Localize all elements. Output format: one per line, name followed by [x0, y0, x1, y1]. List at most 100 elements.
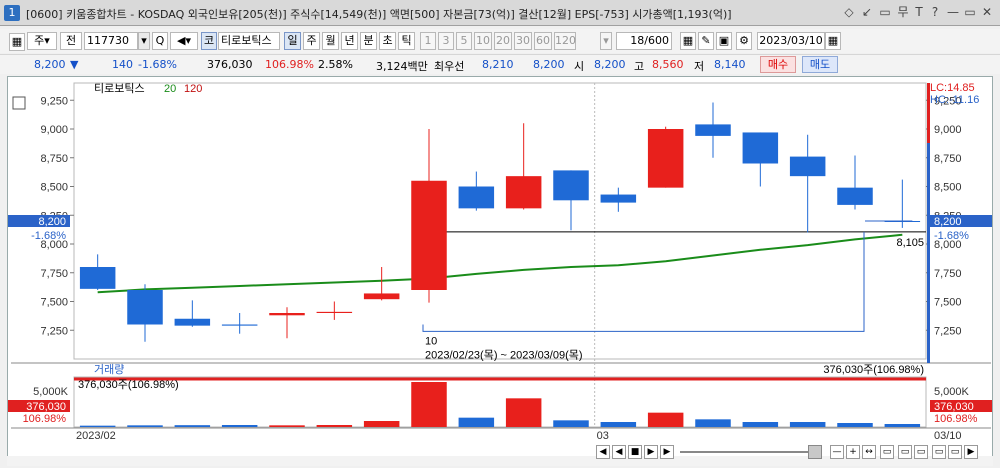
tool-icon[interactable]: ✎ — [698, 32, 714, 50]
y-tick-label-left: 9,000 — [40, 124, 68, 136]
shrink-icon[interactable]: ↙ — [860, 5, 874, 19]
count-dropdown-icon[interactable]: ▾ — [600, 32, 612, 50]
volume-box-left-pct: 106.98% — [23, 413, 67, 425]
volume-box-left-value: 376,030 — [26, 401, 66, 413]
interval-button[interactable]: 년 — [341, 32, 358, 50]
panel-icon[interactable]: ▭ — [898, 445, 912, 459]
zoom-slider[interactable] — [680, 451, 810, 453]
range-count: 10 — [425, 335, 437, 347]
open-label: 시 — [574, 60, 585, 73]
volume-bar — [174, 425, 211, 427]
grid-icon[interactable]: ▦ — [9, 33, 25, 51]
change-percent: -1.68% — [138, 58, 177, 71]
help-icon[interactable]: ? — [928, 5, 942, 19]
window-titlebar: 1 [0600] 키움종합차트 - KOSDAQ 외국인보유[205(천)] 주… — [0, 0, 1000, 26]
y-tick-label-left: 8,500 — [40, 182, 68, 194]
period-number-button[interactable]: 5 — [456, 32, 472, 50]
scroll-first-icon[interactable]: ◀ — [596, 445, 610, 459]
period-number-button[interactable]: 3 — [438, 32, 454, 50]
indicator-icon[interactable]: ▦ — [680, 32, 696, 50]
period-number-button[interactable]: 60 — [534, 32, 552, 50]
fit-icon[interactable]: ▭ — [880, 445, 894, 459]
price-box-right-pct: -1.68% — [934, 230, 969, 242]
period-number-button[interactable]: 10 — [474, 32, 492, 50]
candle-body — [505, 176, 542, 209]
candle-body — [174, 318, 211, 326]
save-icon[interactable]: ▣ — [716, 32, 732, 50]
stock-name-field[interactable]: 티로보틱스 — [218, 32, 280, 50]
period-number-button[interactable]: 20 — [494, 32, 512, 50]
panel-icon-3[interactable]: ▭ — [932, 445, 946, 459]
sell-button[interactable]: 매도 — [802, 56, 838, 73]
date-field[interactable]: 2023/03/10 — [757, 32, 825, 50]
period-number-button[interactable]: 1 — [420, 32, 436, 50]
window-title: [0600] 키움종합차트 - KOSDAQ 외국인보유[205(천)] 주식수… — [26, 8, 732, 21]
pin-icon[interactable]: 무 — [896, 5, 910, 19]
interval-button[interactable]: 월 — [322, 32, 339, 50]
search-icon[interactable]: Q — [152, 32, 168, 50]
zoom-in-icon[interactable]: + — [846, 445, 860, 459]
current-price: 8,200 — [34, 58, 66, 71]
period-number-button[interactable]: 30 — [514, 32, 532, 50]
calendar-icon[interactable]: ▦ — [825, 32, 841, 50]
font-icon[interactable]: T — [912, 5, 926, 19]
close-button[interactable]: ✕ — [980, 5, 994, 19]
volume-bar — [742, 422, 779, 427]
panel-settings-icon — [12, 96, 26, 110]
volume-bar — [127, 425, 163, 427]
volume-ratio: 106.98% — [265, 58, 314, 71]
price-chart[interactable]: 9,250 9,2509,000 9,0008,750 8,7508,500 8,500… — [8, 77, 994, 463]
panel-icon-2[interactable]: ▭ — [914, 445, 928, 459]
minimize-button[interactable]: — — [946, 5, 960, 19]
settings-icon[interactable]: ⚙ — [736, 32, 752, 50]
period-number-button[interactable]: 120 — [554, 32, 576, 50]
scroll-right-icon[interactable]: ▶ — [964, 445, 978, 459]
scroll-last-icon[interactable]: ▶ — [660, 445, 674, 459]
zoom-slider-handle[interactable] — [808, 445, 822, 459]
volume-bar — [647, 412, 684, 427]
quote-bar: 8,200 ▼ 140 -1.68% 376,030 106.98% 2.58%… — [0, 54, 1000, 74]
interval-button[interactable]: 분 — [360, 32, 377, 50]
candle-body — [742, 132, 779, 164]
price-pane-frame — [73, 82, 927, 360]
right-edge-down — [927, 143, 930, 363]
interval-button[interactable]: 주 — [303, 32, 320, 50]
y-tick-label-right: 8,750 — [934, 153, 962, 165]
period-unit-select[interactable]: 주▾ — [27, 32, 57, 50]
trade-amount: 3,124백만 — [376, 60, 428, 73]
chart-panel[interactable]: 9,250 9,250 9,000 9,000 8,750 8,750 8,500 8,500… — [7, 76, 993, 462]
code-dropdown-icon[interactable]: ▾ — [138, 32, 150, 50]
ma20-legend: 20 — [164, 83, 176, 95]
stock-code-input[interactable]: 117730 — [84, 32, 138, 50]
volume-bar — [458, 417, 495, 427]
move-icon[interactable]: ↔ — [862, 445, 876, 459]
volume-tick-left: 5,000K — [33, 386, 69, 398]
candle-body — [269, 313, 305, 316]
buy-button[interactable]: 매수 — [760, 56, 796, 73]
speaker-icon[interactable]: ◀▾ — [170, 32, 198, 50]
panel-icon-4[interactable]: ▭ — [948, 445, 962, 459]
interval-button[interactable]: 일 — [284, 32, 301, 50]
volume-inline-label: 376,030주(106.98%) — [78, 379, 179, 391]
candle-body — [553, 170, 589, 201]
y-tick-label-left: 7,500 — [40, 297, 68, 309]
pause-icon[interactable]: ■ — [628, 445, 642, 459]
volume-bar — [316, 425, 353, 427]
interval-button[interactable]: 초 — [379, 32, 396, 50]
zoom-out-icon[interactable]: — — [830, 445, 844, 459]
restore-icon[interactable]: ▭ — [878, 5, 892, 19]
maximize-button[interactable]: ▭ — [963, 5, 977, 19]
link-icon[interactable]: ◇ — [842, 5, 856, 19]
turnover-rate: 2.58% — [318, 58, 353, 71]
window-number: 1 — [4, 5, 20, 21]
volume-bar — [695, 419, 731, 427]
candle-body — [79, 267, 116, 289]
candle-body — [411, 180, 447, 290]
scroll-next-icon[interactable]: ▶ — [644, 445, 658, 459]
market-select[interactable]: 전 — [60, 32, 82, 50]
x-end-label: 03/10 — [934, 430, 962, 442]
candle-body — [789, 156, 826, 177]
count-field[interactable]: 18/600 — [616, 32, 672, 50]
interval-button[interactable]: 틱 — [398, 32, 415, 50]
scroll-prev-icon[interactable]: ◀ — [612, 445, 626, 459]
